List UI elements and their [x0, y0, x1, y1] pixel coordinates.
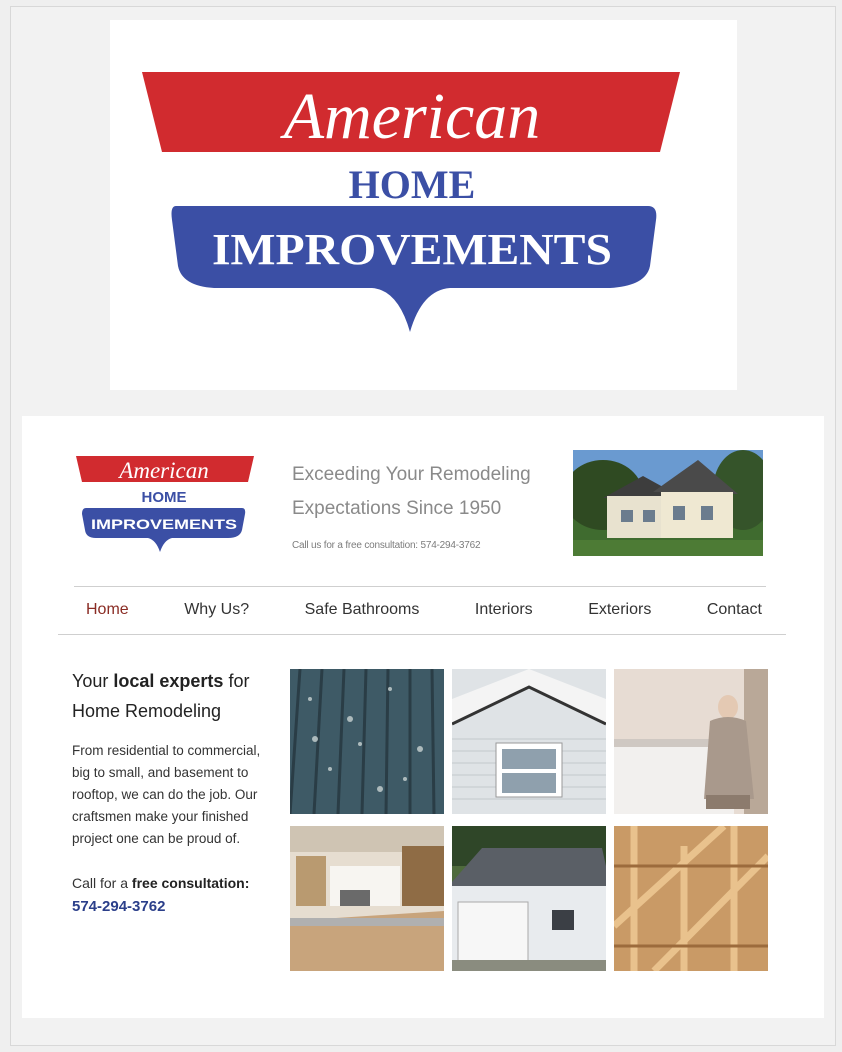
framing-photo — [614, 826, 768, 971]
site-logo-home: HOME — [142, 489, 187, 506]
intro-call-bold: free consultation: — [131, 875, 250, 891]
intro-title-pre: Your — [72, 671, 114, 691]
house-photo — [573, 450, 763, 556]
main-nav: Home Why Us? Safe Bathrooms Interiors Ex… — [74, 588, 774, 632]
garage-photo — [452, 826, 606, 971]
tagline-line-1: Exceeding Your Remodeling — [292, 464, 531, 485]
american-home-improvements-logo: American HOME IMPROVEMENTS — [110, 20, 737, 390]
big-logo-card: American HOME IMPROVEMENTS — [110, 20, 737, 390]
nav-safe-bathrooms[interactable]: Safe Bathrooms — [293, 601, 432, 619]
nav-exteriors[interactable]: Exteriors — [576, 601, 663, 619]
intro-title-bold: local experts — [113, 671, 224, 691]
intro-call: Call for a free consultation: — [72, 872, 272, 894]
bathroom-photo — [614, 669, 768, 814]
site-logo-american: American — [117, 458, 208, 483]
nav-divider-top — [74, 586, 766, 587]
big-logo-improvements: IMPROVEMENTS — [212, 225, 612, 274]
tagline-line-2: Expectations Since 1950 — [292, 498, 502, 519]
intro-call-pre: Call for a — [72, 875, 132, 891]
site-logo-improvements: IMPROVEMENTS — [91, 516, 237, 532]
tagline: Exceeding Your Remodeling Expectations S… — [292, 458, 562, 526]
website-preview: American HOME IMPROVEMENTS Exceeding You… — [22, 416, 824, 1018]
site-logo[interactable]: American HOME IMPROVEMENTS — [72, 452, 258, 562]
phone-link[interactable]: 574-294-3762 — [72, 894, 272, 920]
intro-section: Your local experts for Home Remodeling F… — [72, 666, 272, 920]
nav-why-us[interactable]: Why Us? — [172, 601, 261, 619]
siding-photo — [452, 669, 606, 814]
intro-title-line2: Home Remodeling — [72, 701, 222, 721]
intro-title-post: for — [223, 671, 250, 691]
big-logo-american: American — [280, 80, 541, 153]
intro-title: Your local experts for Home Remodeling — [72, 666, 272, 726]
call-us-text: Call us for a free consultation: 574-294… — [292, 540, 481, 551]
nav-home[interactable]: Home — [74, 601, 141, 619]
deck-photo — [290, 669, 444, 814]
nav-divider-bottom — [58, 634, 786, 635]
kitchen-photo — [290, 826, 444, 971]
big-logo-home: HOME — [349, 162, 476, 207]
intro-body: From residential to commercial, big to s… — [72, 743, 261, 846]
photo-grid — [290, 669, 770, 971]
nav-interiors[interactable]: Interiors — [463, 601, 545, 619]
nav-contact[interactable]: Contact — [695, 601, 774, 619]
